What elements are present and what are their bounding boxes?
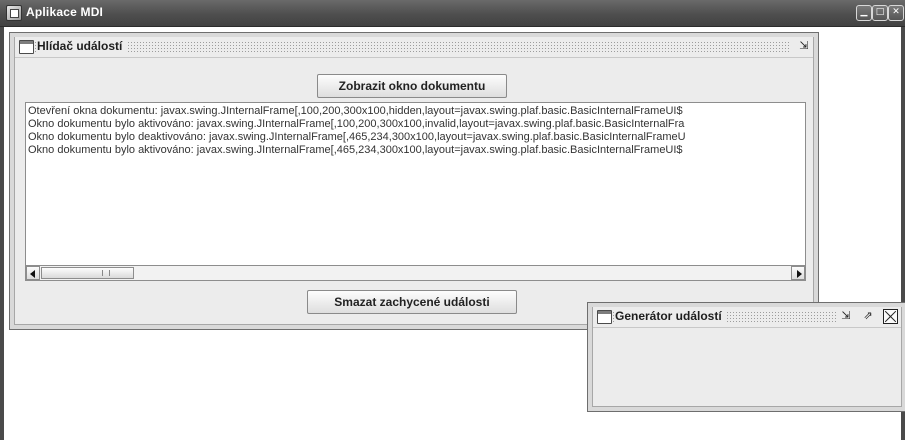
scroll-thumb[interactable]: [41, 267, 134, 279]
java-app-icon: [6, 5, 22, 21]
event-log-line: Okno dokumentu bylo aktivováno: javax.sw…: [28, 144, 683, 156]
event-watcher-frame[interactable]: Hlídač událostí ⇲ Zobrazit okno dokument…: [9, 32, 819, 330]
maximize-button[interactable]: □: [872, 5, 888, 21]
frame-icon: [597, 310, 612, 324]
scroll-right-arrow-icon[interactable]: [791, 266, 805, 280]
event-generator-frame[interactable]: Generátor událostí ⇲ ⇗: [587, 302, 905, 412]
maximize-icon[interactable]: ⇗: [861, 309, 875, 323]
event-generator-title: Generátor událostí: [615, 309, 726, 323]
titlebar-texture: [19, 41, 791, 53]
grip-icon: [102, 270, 110, 276]
restore-icon[interactable]: ⇲: [797, 39, 811, 53]
close-icon[interactable]: [883, 309, 898, 324]
event-generator-titlebar[interactable]: Generátor událostí ⇲ ⇗: [593, 307, 901, 328]
scroll-left-arrow-icon[interactable]: [26, 266, 40, 280]
clear-events-button[interactable]: Smazat zachycené události: [307, 290, 517, 314]
event-log-textarea[interactable]: Otevření okna dokumentu: javax.swing.JIn…: [25, 102, 806, 266]
event-watcher-title: Hlídač událostí: [37, 39, 127, 53]
minimize-button[interactable]: ▁: [856, 5, 872, 21]
event-log-line: Okno dokumentu bylo aktivováno: javax.sw…: [28, 118, 685, 130]
horizontal-scrollbar[interactable]: [25, 266, 806, 281]
event-watcher-titlebar[interactable]: Hlídač událostí ⇲: [15, 37, 813, 58]
event-log-line: Okno dokumentu bylo deaktivováno: javax.…: [28, 131, 686, 143]
app-titlebar[interactable]: Aplikace MDI ▁ □ ✕: [0, 0, 905, 27]
show-document-button[interactable]: Zobrazit okno dokumentu: [317, 74, 507, 98]
event-log-line: Otevření okna dokumentu: javax.swing.JIn…: [28, 105, 683, 117]
event-log-lines: Otevření okna dokumentu: javax.swing.JIn…: [26, 103, 805, 157]
app-title: Aplikace MDI: [26, 5, 104, 19]
frame-icon: [19, 40, 34, 54]
close-button[interactable]: ✕: [888, 5, 904, 21]
restore-icon[interactable]: ⇲: [839, 309, 853, 323]
